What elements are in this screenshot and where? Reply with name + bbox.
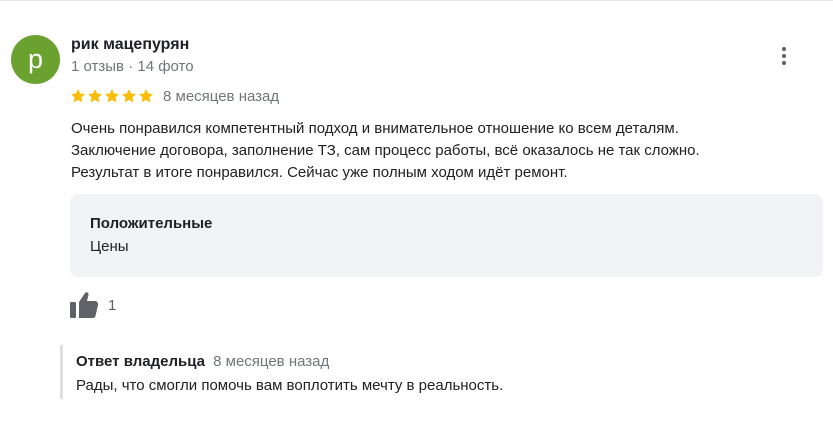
owner-reply-date: 8 месяцев назад bbox=[213, 353, 330, 370]
star-icon bbox=[122, 89, 136, 103]
author-name[interactable]: рик мацепурян bbox=[71, 36, 189, 54]
star-rating bbox=[70, 88, 154, 104]
attribute-title: Положительные bbox=[90, 215, 213, 232]
owner-reply: Ответ владельца 8 месяцев назад Рады, чт… bbox=[60, 345, 763, 399]
rating-row: 8 месяцев назад bbox=[70, 86, 279, 106]
star-icon bbox=[139, 89, 153, 103]
review-text: Очень понравился компетентный подход и в… bbox=[71, 118, 811, 184]
top-divider bbox=[0, 0, 833, 1]
star-icon bbox=[71, 89, 85, 103]
avatar[interactable]: p bbox=[11, 35, 60, 84]
review-text-line: Очень понравился компетентный подход и в… bbox=[71, 120, 679, 137]
attribute-value: Цены bbox=[90, 238, 129, 255]
like-count: 1 bbox=[108, 296, 117, 314]
owner-reply-text: Рады, что смогли помочь вам воплотить ме… bbox=[76, 377, 504, 394]
star-icon bbox=[88, 89, 102, 103]
owner-reply-header: Ответ владельца 8 месяцев назад bbox=[76, 353, 329, 370]
review-text-line: Результат в итоге понравился. Сейчас уже… bbox=[71, 164, 568, 181]
more-options-button[interactable] bbox=[768, 40, 800, 72]
owner-reply-title: Ответ владельца bbox=[76, 353, 205, 370]
review-date: 8 месяцев назад bbox=[163, 87, 280, 105]
thumb-up-icon bbox=[68, 290, 100, 320]
avatar-initial: p bbox=[27, 44, 44, 74]
review-attributes: Положительные Цены bbox=[70, 194, 823, 277]
author-meta[interactable]: 1 отзыв · 14 фото bbox=[71, 58, 194, 75]
like-button[interactable]: 1 bbox=[68, 290, 116, 320]
review-text-line: Заключение договора, заполнение ТЗ, сам … bbox=[71, 142, 700, 159]
star-icon bbox=[105, 89, 119, 103]
more-vert-icon bbox=[782, 47, 786, 51]
